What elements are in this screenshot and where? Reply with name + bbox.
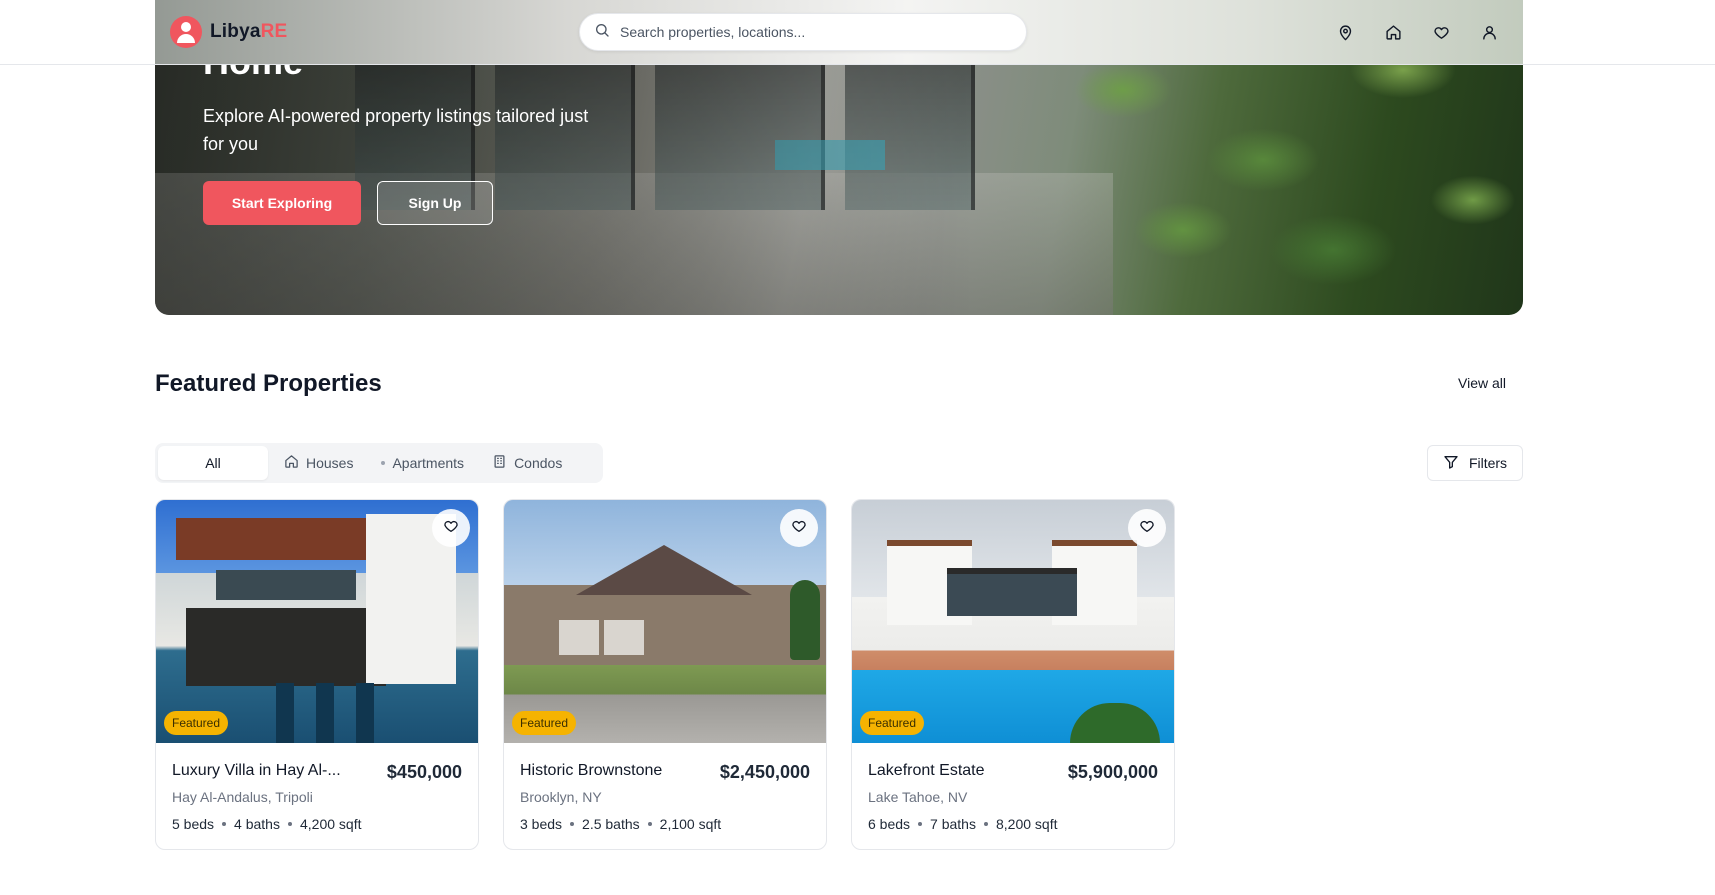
photo-detail xyxy=(790,580,820,660)
property-specs: 6 beds 7 baths 8,200 sqft xyxy=(868,816,1057,832)
area-sqft: 4,200 sqft xyxy=(299,816,362,832)
favorite-button[interactable] xyxy=(780,509,818,547)
separator-dot xyxy=(570,822,575,826)
property-specs: 3 beds 2.5 baths 2,100 sqft xyxy=(520,816,721,832)
tab-apartments[interactable]: Apartments xyxy=(369,446,476,480)
featured-badge: Featured xyxy=(512,711,577,735)
separator-dot xyxy=(983,822,988,826)
photo-detail xyxy=(1070,703,1160,743)
tab-houses[interactable]: Houses xyxy=(272,446,365,480)
photo-detail xyxy=(216,570,356,600)
heart-icon xyxy=(791,518,807,539)
favorite-button[interactable] xyxy=(432,509,470,547)
baths-count: 2.5 baths xyxy=(582,816,640,832)
featured-badge: Featured xyxy=(164,711,229,735)
search-bar[interactable] xyxy=(579,13,1027,51)
property-price: $5,900,000 xyxy=(1067,762,1158,782)
property-specs: 5 beds 4 baths 4,200 sqft xyxy=(172,816,361,832)
property-title: Historic Brownstone xyxy=(520,762,663,779)
home-icon[interactable] xyxy=(1381,18,1405,46)
logo-user-icon xyxy=(170,16,202,48)
lakefront-photo xyxy=(852,500,1174,743)
building-icon xyxy=(492,454,507,472)
home-icon xyxy=(284,454,299,472)
favorite-button[interactable] xyxy=(1128,509,1166,547)
photo-detail xyxy=(356,683,374,743)
property-location: Hay Al-Andalus, Tripoli xyxy=(172,789,313,805)
start-exploring-button[interactable]: Start Exploring xyxy=(203,181,361,225)
tab-condos[interactable]: Condos xyxy=(480,446,574,480)
photo-detail xyxy=(559,620,599,655)
map-pin-icon[interactable] xyxy=(1333,18,1357,46)
header-content: LibyaRE xyxy=(155,0,1523,64)
filter-icon xyxy=(1443,454,1459,473)
area-sqft: 8,200 sqft xyxy=(995,816,1058,832)
tab-label: Condos xyxy=(514,455,563,471)
photo-detail xyxy=(947,568,1077,616)
sign-up-button[interactable]: Sign Up xyxy=(377,181,493,225)
heart-icon[interactable] xyxy=(1429,18,1453,46)
area-sqft: 2,100 sqft xyxy=(659,816,722,832)
photo-detail xyxy=(276,683,294,743)
nav-icons xyxy=(1333,18,1501,46)
baths-count: 7 baths xyxy=(930,816,976,832)
property-location: Lake Tahoe, NV xyxy=(868,789,968,805)
brownstone-photo xyxy=(504,500,826,743)
featured-badge: Featured xyxy=(860,711,925,735)
user-icon[interactable] xyxy=(1477,18,1501,46)
separator-dot xyxy=(222,822,227,826)
hero-subtitle: Explore AI-powered property listings tai… xyxy=(203,106,589,154)
beds-count: 5 beds xyxy=(172,816,215,832)
baths-count: 4 baths xyxy=(234,816,280,832)
heart-icon xyxy=(1139,518,1155,539)
separator-dot xyxy=(918,822,923,826)
property-title: Lakefront Estate xyxy=(868,762,985,779)
photo-detail xyxy=(186,608,386,686)
photo-detail xyxy=(604,620,644,655)
property-card[interactable]: Featured Luxury Villa in Hay Al-... $450… xyxy=(155,499,479,850)
property-card[interactable]: Featured Historic Brownstone $2,450,000 … xyxy=(503,499,827,850)
filters-button[interactable]: Filters xyxy=(1427,445,1523,481)
search-icon xyxy=(594,22,610,43)
property-location: Brooklyn, NY xyxy=(520,789,602,805)
property-image: Featured xyxy=(504,500,826,743)
section-title: Featured Properties xyxy=(155,370,382,397)
property-image: Featured xyxy=(852,500,1174,743)
filters-label: Filters xyxy=(1468,455,1508,471)
property-card[interactable]: Featured Lakefront Estate $5,900,000 Lak… xyxy=(851,499,1175,850)
beds-count: 6 beds xyxy=(868,816,911,832)
separator-dot xyxy=(647,822,652,826)
beds-count: 3 beds xyxy=(520,816,563,832)
separator-dot xyxy=(287,822,292,826)
villa-photo xyxy=(156,500,478,743)
category-tabs: All Houses Apartments Condos xyxy=(155,443,603,483)
logo-accent-text: RE xyxy=(260,21,288,42)
property-title: Luxury Villa in Hay Al-... xyxy=(172,762,341,779)
heart-icon xyxy=(443,518,459,539)
dot-icon xyxy=(381,461,386,465)
top-nav: LibyaRE xyxy=(0,0,1715,65)
tab-label: Apartments xyxy=(392,455,465,471)
photo-detail xyxy=(316,683,334,743)
tab-label: Houses xyxy=(306,455,354,471)
search-input[interactable] xyxy=(620,24,1000,40)
photo-detail xyxy=(576,545,752,595)
property-image: Featured xyxy=(156,500,478,743)
logo[interactable]: LibyaRE xyxy=(170,16,287,48)
page: Home Explore AI-powered property listing… xyxy=(0,0,1715,895)
property-price: $450,000 xyxy=(386,762,462,782)
tab-all[interactable]: All xyxy=(158,446,268,480)
property-price: $2,450,000 xyxy=(719,762,810,782)
view-all-link[interactable]: View all xyxy=(1458,375,1506,391)
tab-label: All xyxy=(205,455,221,471)
logo-text: LibyaRE xyxy=(210,21,287,43)
logo-main-text: Libya xyxy=(210,21,261,42)
photo-detail xyxy=(176,518,376,560)
